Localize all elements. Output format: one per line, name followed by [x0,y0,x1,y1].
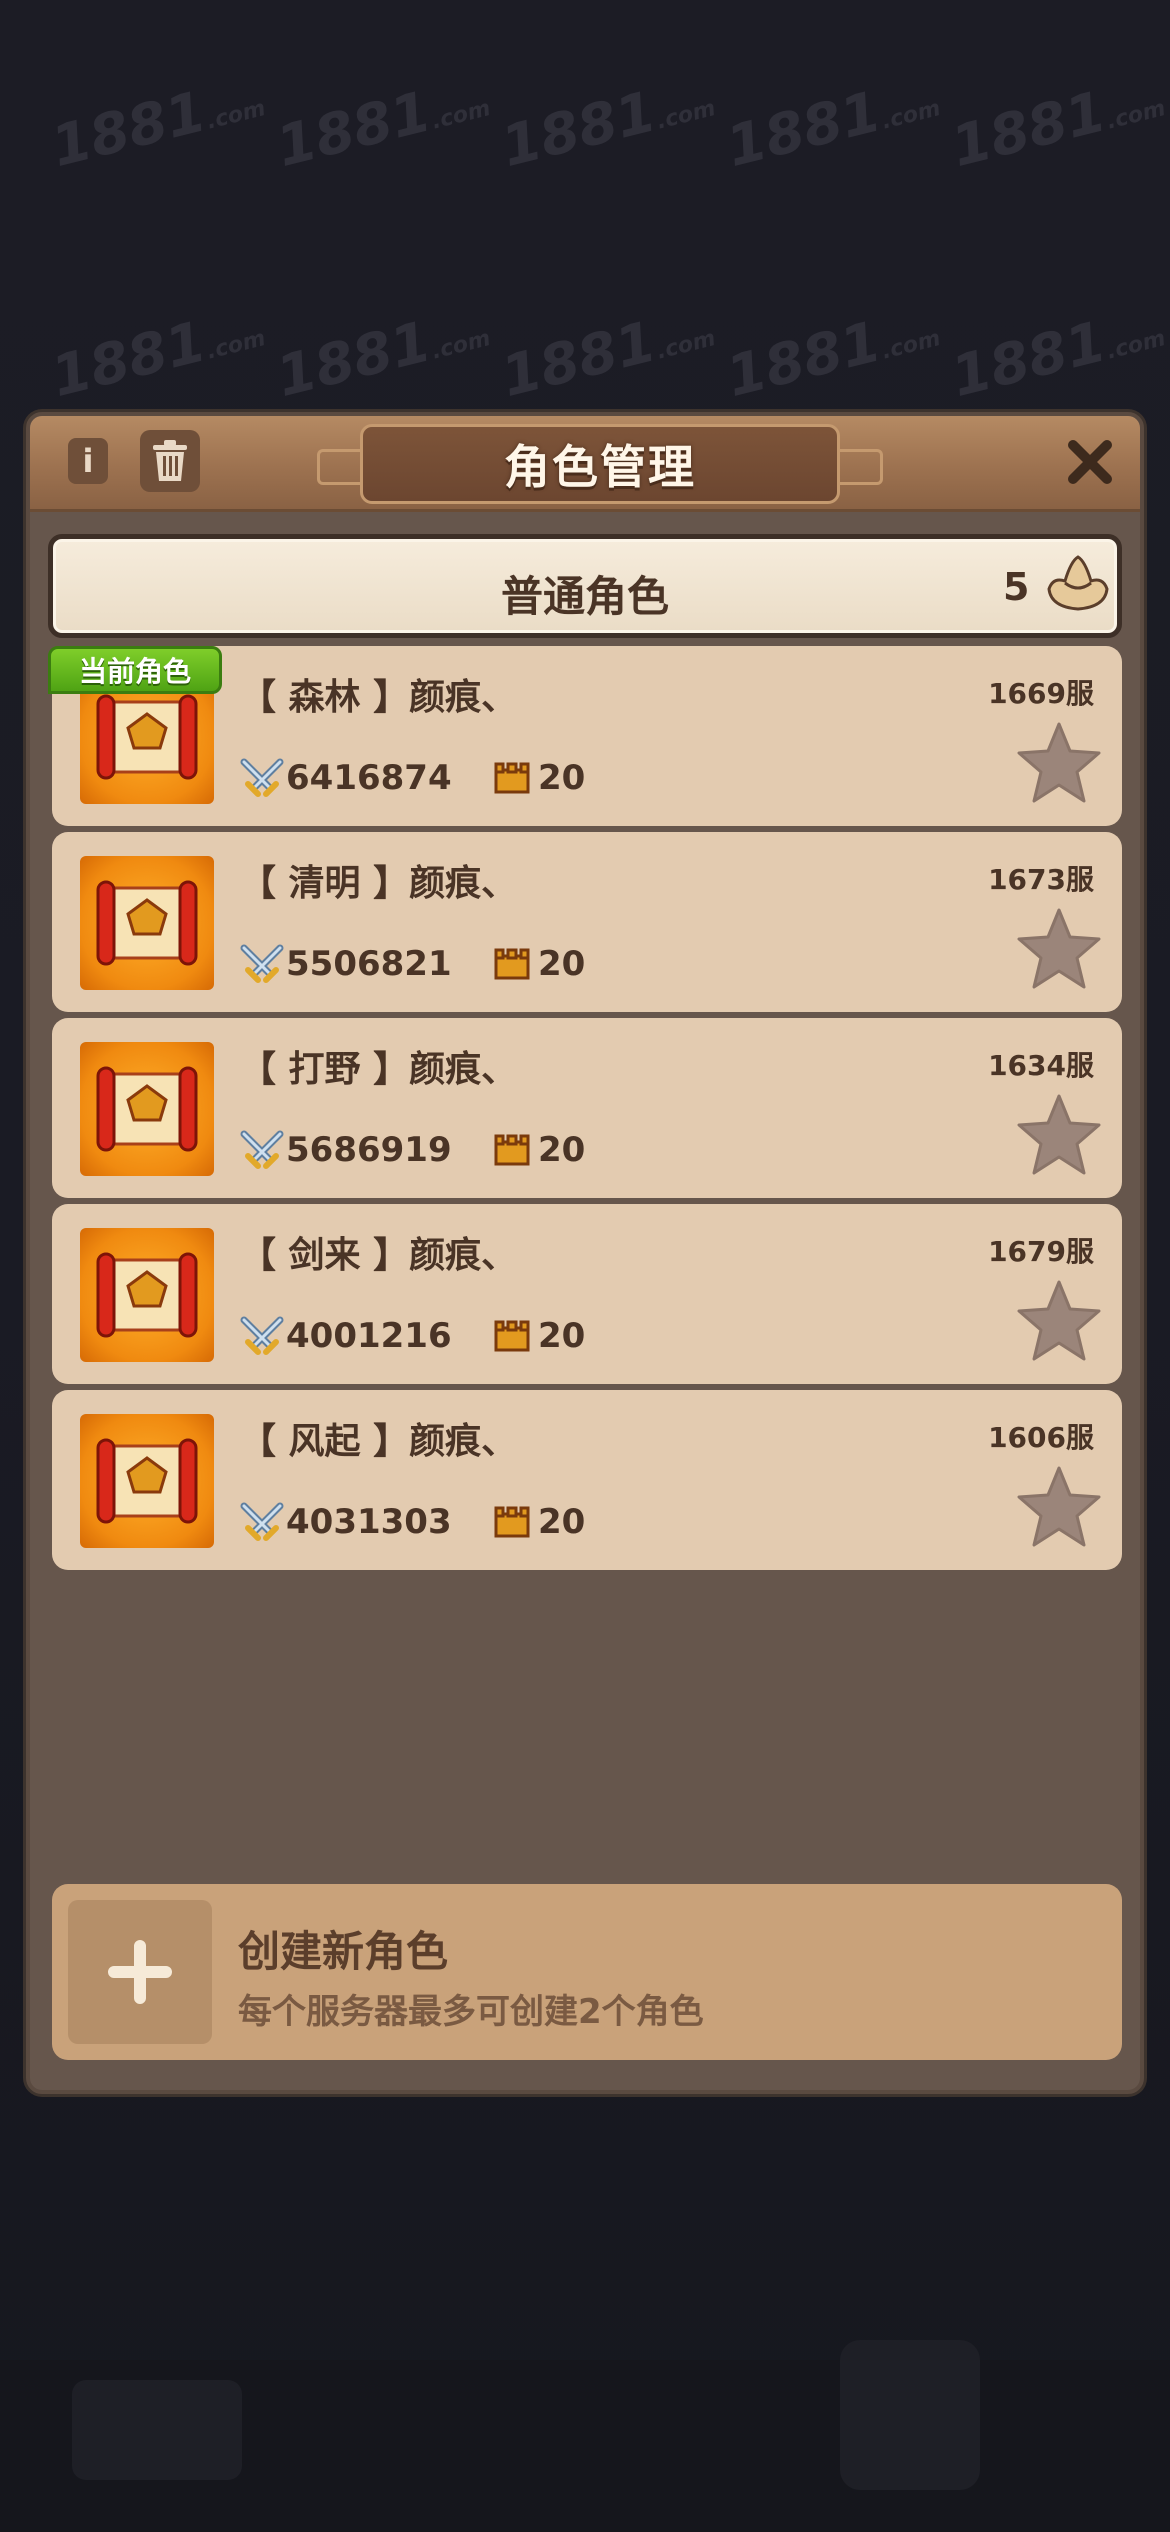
role-card[interactable]: 【 剑来 】颜痕、 1679服 4001216 20 [52,1204,1122,1384]
crossed-swords-icon [240,758,284,797]
star-icon[interactable] [1014,1276,1104,1366]
create-role-title: 创建新角色 [238,1927,449,1976]
role-level: 20 [538,1316,586,1356]
plus-box [68,1900,212,2044]
star-icon[interactable] [1014,904,1104,994]
role-card[interactable]: 【 清明 】颜痕、 1673服 5506821 20 [52,832,1122,1012]
category-label: 普通角色 [500,572,669,621]
role-server: 1606服 [988,1421,1094,1454]
tower-icon [494,1506,530,1538]
scroll-icon [96,1438,198,1524]
scroll-icon [96,1252,198,1338]
role-management-panel: i 角色管理 普通角色 5 当前角色 【 森林 】颜痕、 1669服 64168… [26,412,1144,2094]
category-count: 5 [1003,565,1030,609]
role-avatar [80,1042,214,1176]
role-name: 【 打野 】颜痕、 [240,1049,518,1090]
close-icon [1068,440,1112,484]
role-level: 20 [538,944,586,984]
role-server: 1669服 [988,677,1094,710]
current-role-badge: 当前角色 [48,646,222,694]
role-level: 20 [538,1130,586,1170]
create-role-button[interactable]: 创建新角色 每个服务器最多可创建2个角色 [52,1884,1122,2060]
tower-icon [494,1320,530,1352]
role-server: 1634服 [988,1049,1094,1082]
role-name: 【 风起 】颜痕、 [240,1421,518,1462]
scroll-icon [96,880,198,966]
star-icon[interactable] [1014,718,1104,808]
role-power: 4031303 [286,1502,452,1542]
role-level: 20 [538,1502,586,1542]
category-tab-normal-roles[interactable]: 普通角色 5 [48,534,1122,638]
tower-icon [494,762,530,794]
background-menu-button [840,2340,980,2490]
role-power: 5506821 [286,944,452,984]
info-icon: i [82,442,94,480]
tower-icon [494,948,530,980]
crossed-swords-icon [240,944,284,983]
title-plate: 角色管理 [317,424,883,504]
role-card[interactable]: 【 风起 】颜痕、 1606服 4031303 20 [52,1390,1122,1570]
trash-icon [153,440,187,481]
role-avatar [80,1228,214,1362]
role-power: 5686919 [286,1130,452,1170]
role-avatar [80,1414,214,1548]
crossed-swords-icon [240,1130,284,1169]
role-level: 20 [538,758,586,798]
role-power: 6416874 [286,758,452,798]
star-icon[interactable] [1014,1462,1104,1552]
role-server: 1679服 [988,1235,1094,1268]
plus-icon [108,1940,172,2004]
scroll-icon [96,1066,198,1152]
delete-button[interactable] [140,430,200,492]
role-avatar [80,856,214,990]
role-card[interactable]: 【 打野 】颜痕、 1634服 5686919 20 [52,1018,1122,1198]
close-button[interactable] [1060,432,1120,492]
tower-icon [494,1134,530,1166]
role-power: 4001216 [286,1316,452,1356]
info-button[interactable]: i [68,438,108,484]
crossed-swords-icon [240,1316,284,1355]
gold-ingot-icon [1047,555,1109,611]
role-name: 【 森林 】颜痕、 [240,677,518,718]
panel-header: i 角色管理 [30,416,1140,512]
crossed-swords-icon [240,1502,284,1541]
role-name: 【 清明 】颜痕、 [240,863,518,904]
role-server: 1673服 [988,863,1094,896]
star-icon[interactable] [1014,1090,1104,1180]
create-role-subtitle: 每个服务器最多可创建2个角色 [238,1992,704,2032]
role-name: 【 剑来 】颜痕、 [240,1235,518,1276]
background-back-button [72,2380,242,2480]
page-title: 角色管理 [504,440,696,494]
